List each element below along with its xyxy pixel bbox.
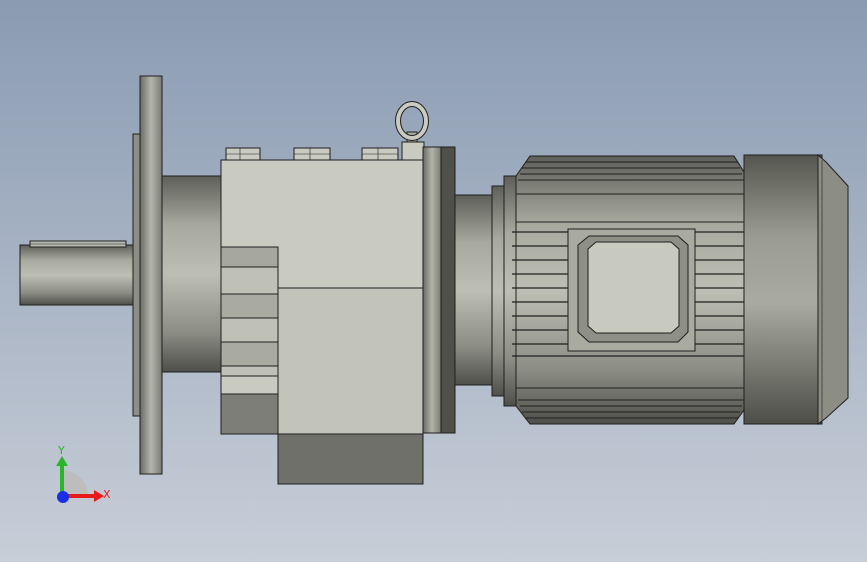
gearbox-housing[interactable] (220, 101, 429, 485)
fan-cover[interactable] (743, 153, 849, 425)
x-axis-label: X (103, 488, 111, 501)
output-shaft[interactable] (19, 240, 137, 306)
mounting-flange[interactable] (132, 75, 163, 475)
flange-neck[interactable] (161, 175, 223, 373)
cad-viewport[interactable]: Y X (0, 0, 867, 562)
y-axis-label: Y (57, 444, 65, 457)
z-axis-dot (57, 491, 69, 503)
model-canvas[interactable]: Y X (0, 0, 867, 562)
terminal-box[interactable] (567, 228, 696, 352)
